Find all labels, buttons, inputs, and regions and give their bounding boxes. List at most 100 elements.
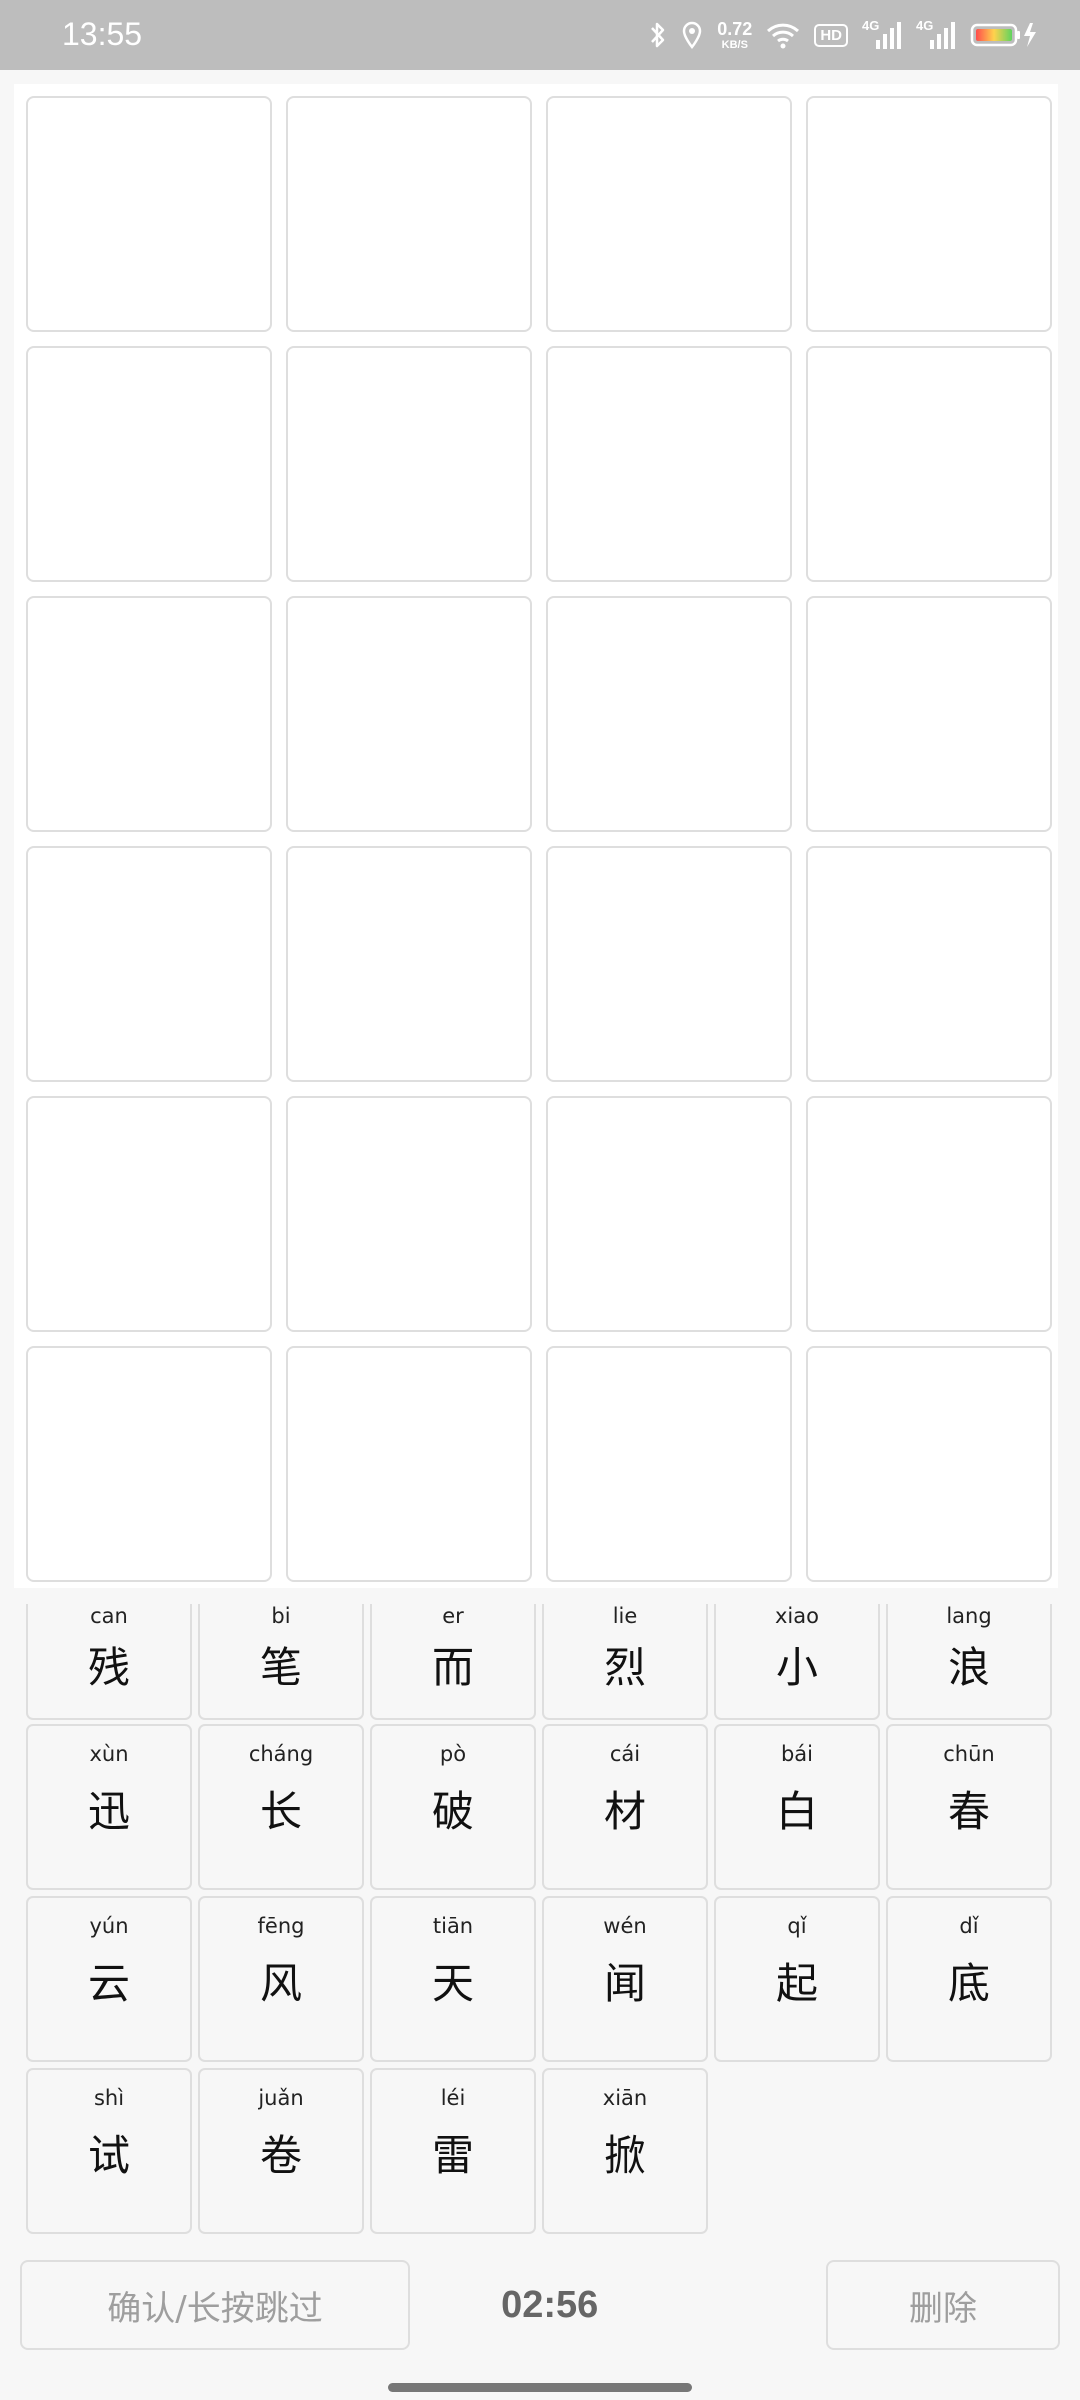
character-hanzi: 雷 bbox=[431, 2131, 474, 2180]
answer-slot[interactable] bbox=[286, 846, 532, 1082]
character-tile[interactable]: chūn 春 bbox=[886, 1724, 1052, 1890]
character-hanzi: 春 bbox=[947, 1787, 990, 1836]
character-pinyin: fēng bbox=[257, 1914, 305, 1938]
character-pinyin: cháng bbox=[248, 1742, 314, 1766]
answer-slot[interactable] bbox=[286, 96, 532, 332]
character-hanzi: 笔 bbox=[259, 1643, 302, 1692]
character-tile[interactable]: shì 试 bbox=[26, 2068, 192, 2234]
character-pinyin: tiān bbox=[432, 1914, 474, 1938]
character-pinyin: bi bbox=[271, 1604, 291, 1628]
confirm-button[interactable]: 确认/长按跳过 bbox=[20, 2260, 410, 2350]
answer-slot[interactable] bbox=[26, 596, 272, 832]
answer-slot[interactable] bbox=[26, 96, 272, 332]
answer-slot[interactable] bbox=[26, 346, 272, 582]
character-hanzi: 长 bbox=[259, 1787, 302, 1836]
character-tile[interactable]: xùn 迅 bbox=[26, 1724, 192, 1890]
battery-charging-icon bbox=[970, 20, 1040, 50]
character-hanzi: 浪 bbox=[947, 1643, 990, 1692]
delete-button[interactable]: 删除 bbox=[826, 2260, 1060, 2350]
answer-slot[interactable] bbox=[546, 846, 792, 1082]
character-pinyin: lang bbox=[946, 1604, 992, 1628]
character-pinyin: wén bbox=[603, 1914, 647, 1938]
character-hanzi: 天 bbox=[431, 1959, 474, 2008]
character-tile[interactable]: xiao 小 bbox=[714, 1604, 880, 1720]
delete-button-label: 删除 bbox=[909, 2288, 977, 2329]
character-pinyin: shì bbox=[93, 2086, 125, 2110]
character-tile[interactable]: léi 雷 bbox=[370, 2068, 536, 2234]
character-pinyin: bái bbox=[780, 1742, 814, 1766]
character-hanzi: 而 bbox=[431, 1643, 474, 1692]
character-hanzi: 烈 bbox=[603, 1643, 646, 1692]
character-hanzi: 小 bbox=[775, 1643, 818, 1692]
character-tile[interactable]: cháng 长 bbox=[198, 1724, 364, 1890]
character-hanzi: 闻 bbox=[603, 1959, 646, 2008]
character-pinyin: juǎn bbox=[258, 2086, 304, 2110]
answer-slot[interactable] bbox=[26, 1346, 272, 1582]
signal-strength-icon: 4G bbox=[862, 18, 902, 50]
character-tile[interactable]: pò 破 bbox=[370, 1724, 536, 1890]
character-tile[interactable]: lang 浪 bbox=[886, 1604, 1052, 1720]
character-tile[interactable]: wén 闻 bbox=[542, 1896, 708, 2062]
answer-slot[interactable] bbox=[546, 596, 792, 832]
answer-slot[interactable] bbox=[806, 596, 1052, 832]
answer-slot[interactable] bbox=[286, 1346, 532, 1582]
answer-slot[interactable] bbox=[26, 1096, 272, 1332]
countdown-timer: 02:56 bbox=[501, 2284, 599, 2326]
character-pinyin: er bbox=[442, 1604, 464, 1628]
character-pinyin: qǐ bbox=[787, 1914, 807, 1938]
character-tile[interactable]: er 而 bbox=[370, 1604, 536, 1720]
character-tile[interactable]: dǐ 底 bbox=[886, 1896, 1052, 2062]
character-hanzi: 风 bbox=[259, 1959, 302, 2008]
answer-slot[interactable] bbox=[546, 96, 792, 332]
answer-slot[interactable] bbox=[806, 346, 1052, 582]
network-speed-unit: KB/S bbox=[721, 38, 748, 51]
character-pinyin: chūn bbox=[943, 1742, 995, 1766]
answer-slot[interactable] bbox=[546, 1096, 792, 1332]
home-indicator[interactable] bbox=[388, 2383, 692, 2392]
answer-slot[interactable] bbox=[26, 846, 272, 1082]
character-pinyin: dǐ bbox=[959, 1914, 979, 1938]
character-hanzi: 起 bbox=[775, 1959, 818, 2008]
character-hanzi: 迅 bbox=[87, 1787, 130, 1836]
character-tile[interactable]: cái 材 bbox=[542, 1724, 708, 1890]
answer-slot[interactable] bbox=[806, 1096, 1052, 1332]
character-tile[interactable]: can 残 bbox=[26, 1604, 192, 1720]
answer-slot[interactable] bbox=[546, 1346, 792, 1582]
character-hanzi: 卷 bbox=[259, 2131, 302, 2180]
confirm-button-label: 确认/长按跳过 bbox=[107, 2288, 323, 2329]
answer-slot[interactable] bbox=[546, 346, 792, 582]
answer-slot[interactable] bbox=[286, 1096, 532, 1332]
character-tile[interactable]: juǎn 卷 bbox=[198, 2068, 364, 2234]
character-pinyin: yún bbox=[89, 1914, 129, 1938]
character-tile[interactable]: qǐ 起 bbox=[714, 1896, 880, 2062]
answer-slot[interactable] bbox=[806, 846, 1052, 1082]
character-hanzi: 白 bbox=[775, 1787, 818, 1836]
signal-strength-icon: 4G bbox=[916, 18, 956, 50]
character-tile[interactable]: xiān 掀 bbox=[542, 2068, 708, 2234]
character-pinyin: pò bbox=[439, 1742, 467, 1766]
character-tile[interactable]: yún 云 bbox=[26, 1896, 192, 2062]
answer-slot[interactable] bbox=[806, 96, 1052, 332]
wifi-icon bbox=[766, 21, 800, 49]
answer-slot[interactable] bbox=[806, 1346, 1052, 1582]
character-pinyin: léi bbox=[440, 2086, 466, 2110]
character-tile[interactable]: bi 笔 bbox=[198, 1604, 364, 1720]
character-hanzi: 底 bbox=[947, 1959, 990, 2008]
character-hanzi: 试 bbox=[87, 2131, 130, 2180]
character-hanzi: 破 bbox=[431, 1787, 474, 1836]
character-hanzi: 残 bbox=[87, 1643, 130, 1692]
hd-voice-badge: HD bbox=[814, 23, 848, 47]
network-speed: 0.72 KB/S bbox=[717, 20, 752, 51]
character-tile[interactable]: tiān 天 bbox=[370, 1896, 536, 2062]
screen: 13:55 0.72 KB/S HD 4G 4G can 残 bi 笔 er 而… bbox=[0, 0, 1080, 2400]
character-tile[interactable]: fēng 风 bbox=[198, 1896, 364, 2062]
answer-slot[interactable] bbox=[286, 346, 532, 582]
character-tile[interactable]: lie 烈 bbox=[542, 1604, 708, 1720]
character-hanzi: 云 bbox=[87, 1959, 130, 2008]
character-pinyin: xiān bbox=[602, 2086, 648, 2110]
status-bar: 13:55 0.72 KB/S HD 4G 4G bbox=[0, 0, 1080, 70]
character-tile[interactable]: bái 白 bbox=[714, 1724, 880, 1890]
character-pinyin: lie bbox=[612, 1604, 638, 1628]
answer-slot[interactable] bbox=[286, 596, 532, 832]
bluetooth-icon bbox=[649, 21, 667, 49]
